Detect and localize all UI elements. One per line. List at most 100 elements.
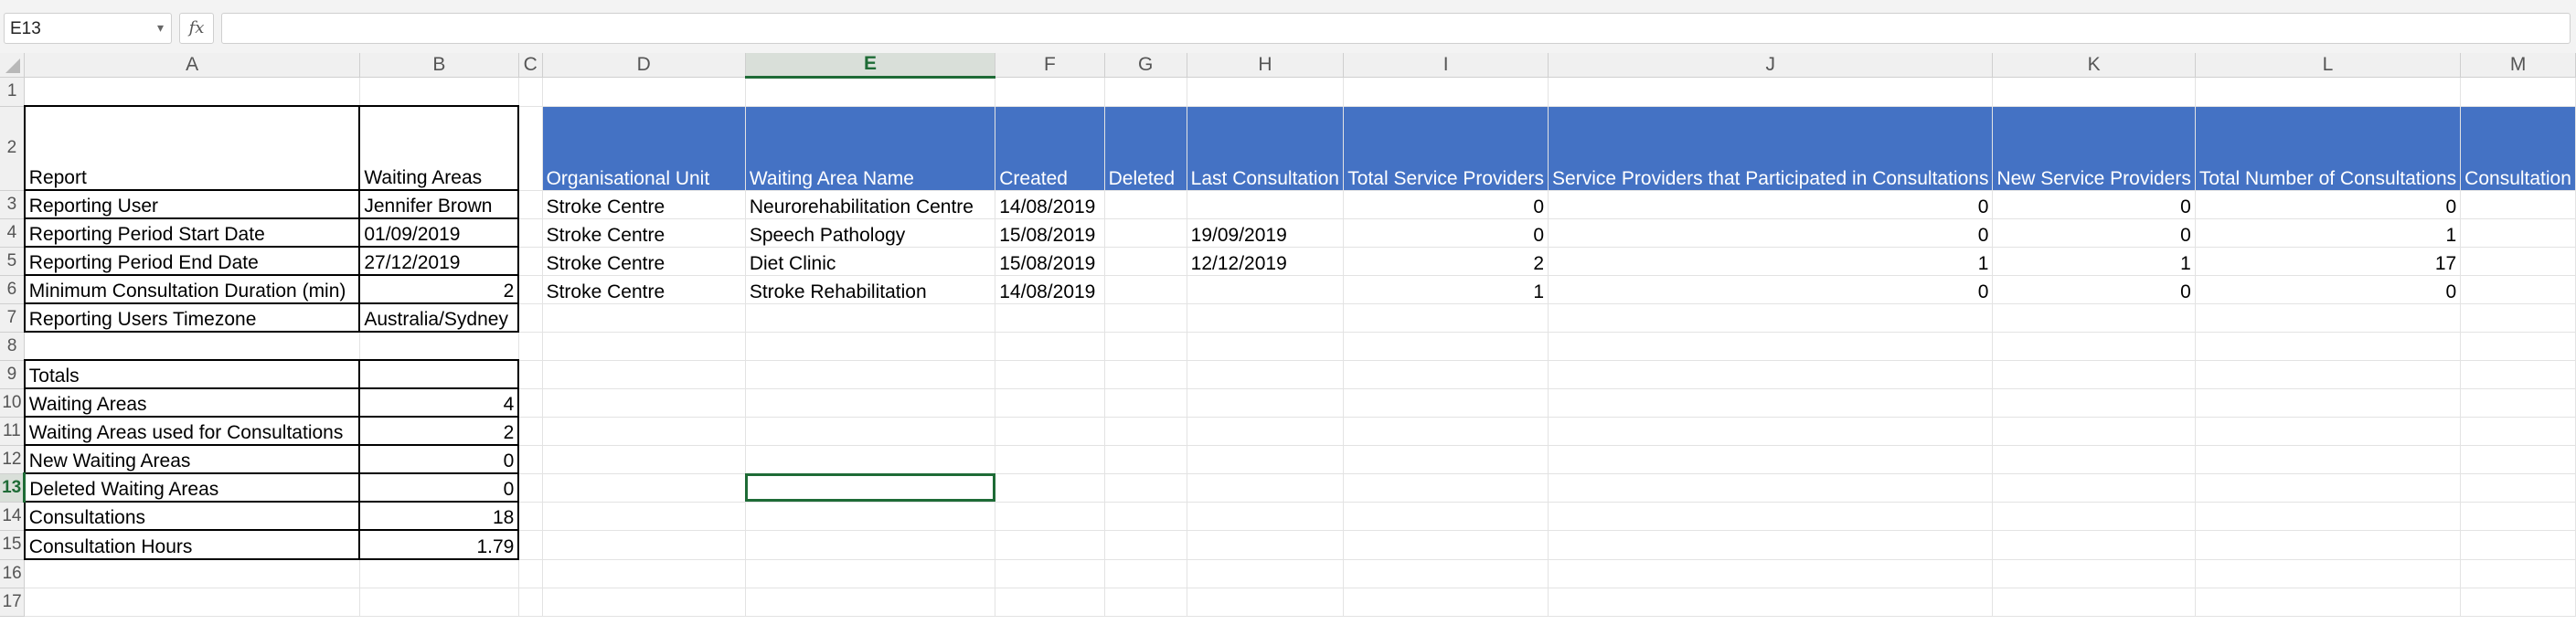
cell[interactable]: [1992, 502, 2196, 531]
table-header-cell[interactable]: Organisational Unit: [542, 106, 746, 191]
cell[interactable]: [995, 473, 1105, 503]
cell[interactable]: [1104, 360, 1187, 389]
cell[interactable]: [1187, 530, 1345, 560]
table-cell[interactable]: [2460, 247, 2576, 276]
row-header[interactable]: 16: [0, 559, 26, 588]
column-header-j[interactable]: J: [1548, 53, 1994, 78]
cell[interactable]: [1548, 417, 1994, 446]
cell[interactable]: [1992, 530, 2196, 560]
insert-function-button[interactable]: fx: [179, 13, 214, 44]
cell[interactable]: [1992, 417, 2196, 446]
table-cell[interactable]: [1104, 275, 1187, 304]
column-header-i[interactable]: I: [1343, 53, 1549, 78]
cell[interactable]: [995, 332, 1105, 361]
cell[interactable]: [745, 388, 996, 418]
table-cell[interactable]: Stroke Centre: [542, 247, 746, 276]
cell[interactable]: [1187, 388, 1345, 418]
cell[interactable]: [542, 445, 746, 474]
column-header-m[interactable]: M: [2460, 53, 2576, 78]
table-cell[interactable]: [1187, 190, 1345, 219]
cell[interactable]: [518, 332, 543, 361]
table-cell[interactable]: 19/09/2019: [1187, 218, 1345, 248]
cell[interactable]: [745, 502, 996, 531]
cell[interactable]: [1187, 417, 1345, 446]
table-cell[interactable]: 14/08/2019: [995, 275, 1105, 304]
cell[interactable]: [2195, 559, 2462, 588]
table-cell[interactable]: [1104, 218, 1187, 248]
totals-value-cell[interactable]: 4: [358, 387, 520, 418]
row-header[interactable]: 1: [0, 77, 26, 107]
cell[interactable]: [1992, 445, 2196, 474]
column-header-b[interactable]: B: [359, 53, 519, 78]
cell[interactable]: [1187, 332, 1345, 361]
cell[interactable]: [1343, 360, 1549, 389]
cell[interactable]: [995, 77, 1105, 107]
table-cell[interactable]: [1187, 275, 1345, 304]
table-cell[interactable]: 0: [1548, 190, 1994, 219]
cell[interactable]: [2195, 445, 2462, 474]
cell[interactable]: [1104, 559, 1187, 588]
cell[interactable]: [745, 77, 996, 107]
row-header[interactable]: 3: [0, 190, 26, 219]
cell[interactable]: [1548, 332, 1994, 361]
row-header[interactable]: 5: [0, 247, 26, 276]
cell[interactable]: [518, 218, 543, 248]
report-label-cell[interactable]: Reporting User: [23, 189, 361, 219]
cell[interactable]: [745, 559, 996, 588]
cell[interactable]: [1104, 303, 1187, 333]
cell[interactable]: [745, 588, 996, 617]
cell[interactable]: [2195, 332, 2462, 361]
cell[interactable]: [359, 332, 519, 361]
cell[interactable]: [1343, 388, 1549, 418]
cell[interactable]: [359, 588, 519, 617]
column-header-g[interactable]: G: [1104, 53, 1187, 78]
totals-label-cell[interactable]: Consultations: [23, 501, 361, 531]
column-header-c[interactable]: C: [518, 53, 543, 78]
report-label-cell[interactable]: Reporting Period End Date: [23, 246, 361, 276]
cell[interactable]: [2195, 360, 2462, 389]
cell[interactable]: [1104, 473, 1187, 503]
cell[interactable]: [359, 77, 519, 107]
table-cell[interactable]: 17: [2195, 247, 2462, 276]
cell[interactable]: [1104, 77, 1187, 107]
cell[interactable]: [518, 445, 543, 474]
cell[interactable]: [1187, 559, 1345, 588]
cell[interactable]: [995, 417, 1105, 446]
table-cell[interactable]: 0: [1343, 218, 1549, 248]
cell[interactable]: [518, 473, 543, 503]
table-cell[interactable]: 15/08/2019: [995, 247, 1105, 276]
cell[interactable]: [1104, 445, 1187, 474]
cell[interactable]: [2195, 530, 2462, 560]
table-cell[interactable]: 1: [1343, 275, 1549, 304]
totals-value-cell[interactable]: 0: [358, 444, 520, 474]
table-header-cell[interactable]: Created: [995, 106, 1105, 191]
cell[interactable]: [542, 417, 746, 446]
table-cell[interactable]: 0: [1548, 218, 1994, 248]
cell[interactable]: [1992, 559, 2196, 588]
cell[interactable]: [2460, 417, 2576, 446]
table-cell[interactable]: Diet Clinic: [745, 247, 996, 276]
table-cell[interactable]: 0: [2195, 275, 2462, 304]
totals-label-cell[interactable]: Deleted Waiting Areas: [23, 472, 361, 503]
totals-label-cell[interactable]: Consultation Hours: [23, 529, 361, 560]
table-header-cell[interactable]: New Service Providers: [1992, 106, 2196, 191]
cell[interactable]: [1187, 360, 1345, 389]
table-cell[interactable]: [2460, 218, 2576, 248]
totals-label-cell[interactable]: Waiting Areas: [23, 387, 361, 418]
cell[interactable]: [1187, 77, 1345, 107]
table-cell[interactable]: Stroke Centre: [542, 275, 746, 304]
cell[interactable]: [2460, 77, 2576, 107]
cell[interactable]: [2195, 303, 2462, 333]
cell[interactable]: [1992, 588, 2196, 617]
cell[interactable]: [995, 303, 1105, 333]
totals-value-cell[interactable]: 0: [358, 472, 520, 503]
totals-value-cell[interactable]: 1.79: [358, 529, 520, 560]
report-value-cell[interactable]: Australia/Sydney: [358, 302, 520, 333]
cell[interactable]: [518, 360, 543, 389]
cell[interactable]: [542, 388, 746, 418]
cell[interactable]: [1992, 360, 2196, 389]
cell[interactable]: [542, 303, 746, 333]
table-cell[interactable]: 12/12/2019: [1187, 247, 1345, 276]
column-header-h[interactable]: H: [1187, 53, 1345, 78]
report-label-cell[interactable]: Reporting Period Start Date: [23, 217, 361, 248]
